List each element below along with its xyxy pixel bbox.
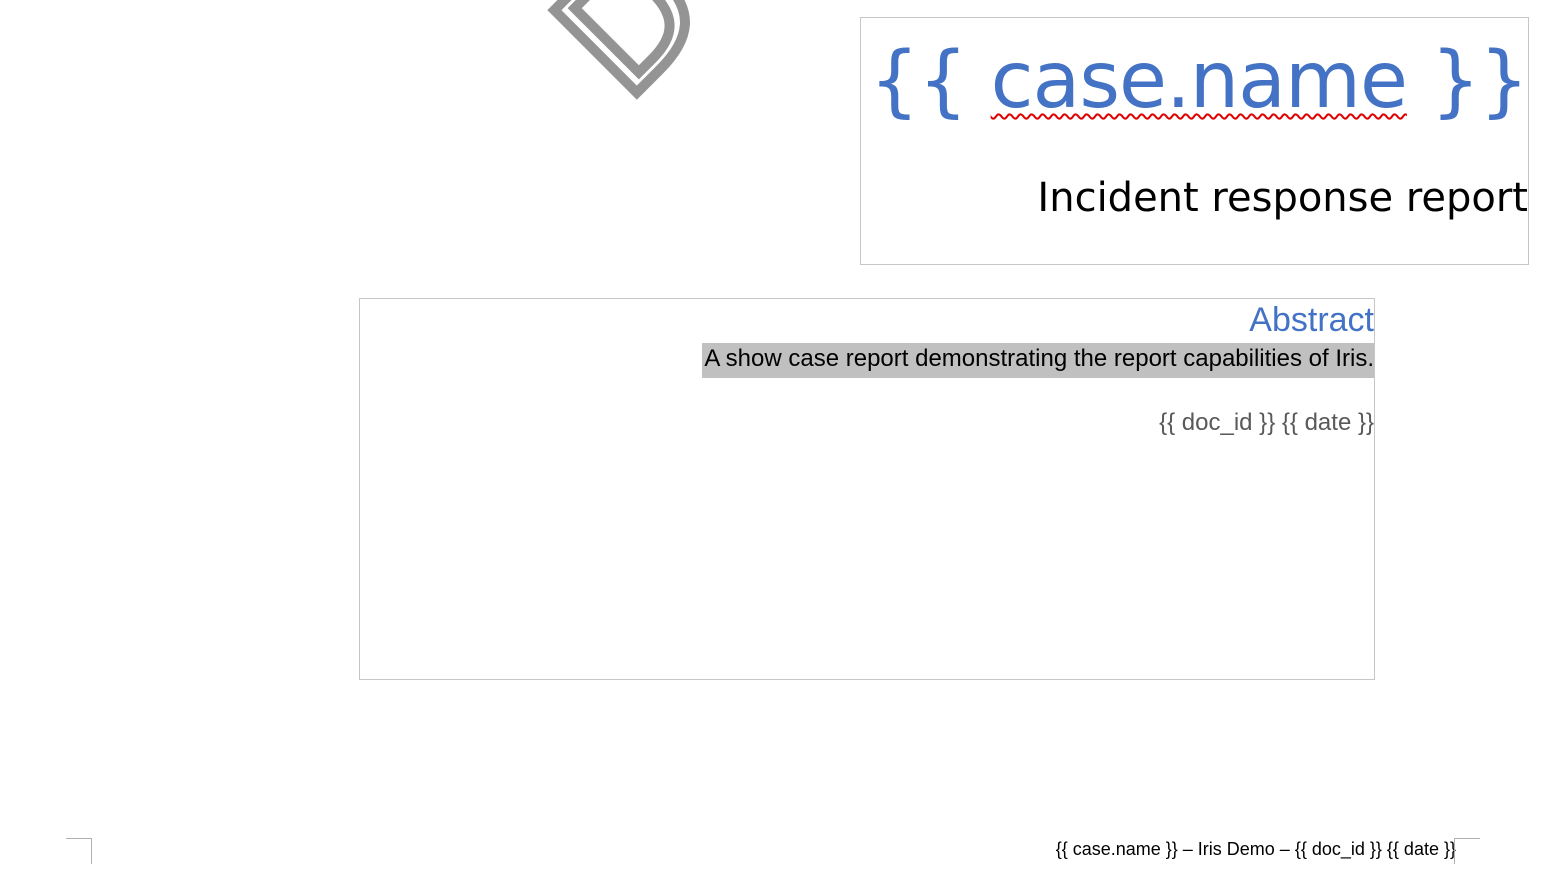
footer-margin-mark-left [66,838,92,864]
case-name-open: {{ [869,36,991,126]
draft-watermark: D [515,0,744,136]
abstract-frame[interactable]: Abstract A show case report demonstratin… [359,298,1375,680]
case-name-close: }} [1406,36,1528,126]
abstract-heading[interactable]: Abstract [1249,303,1374,337]
title-frame[interactable]: {{ case.name }} Incident response report [860,17,1529,265]
case-name-title[interactable]: {{ case.name }} [870,42,1528,120]
abstract-text[interactable]: A show case report demonstrating the rep… [702,343,1374,378]
page-footer[interactable]: {{ case.name }} – Iris Demo – {{ doc_id … [1056,840,1456,858]
case-name-variable: case.name [990,36,1408,126]
footer-margin-mark-right [1454,838,1480,864]
report-subtitle[interactable]: Incident response report [1037,178,1528,218]
doc-meta-line[interactable]: {{ doc_id }} {{ date }} [1159,411,1374,435]
